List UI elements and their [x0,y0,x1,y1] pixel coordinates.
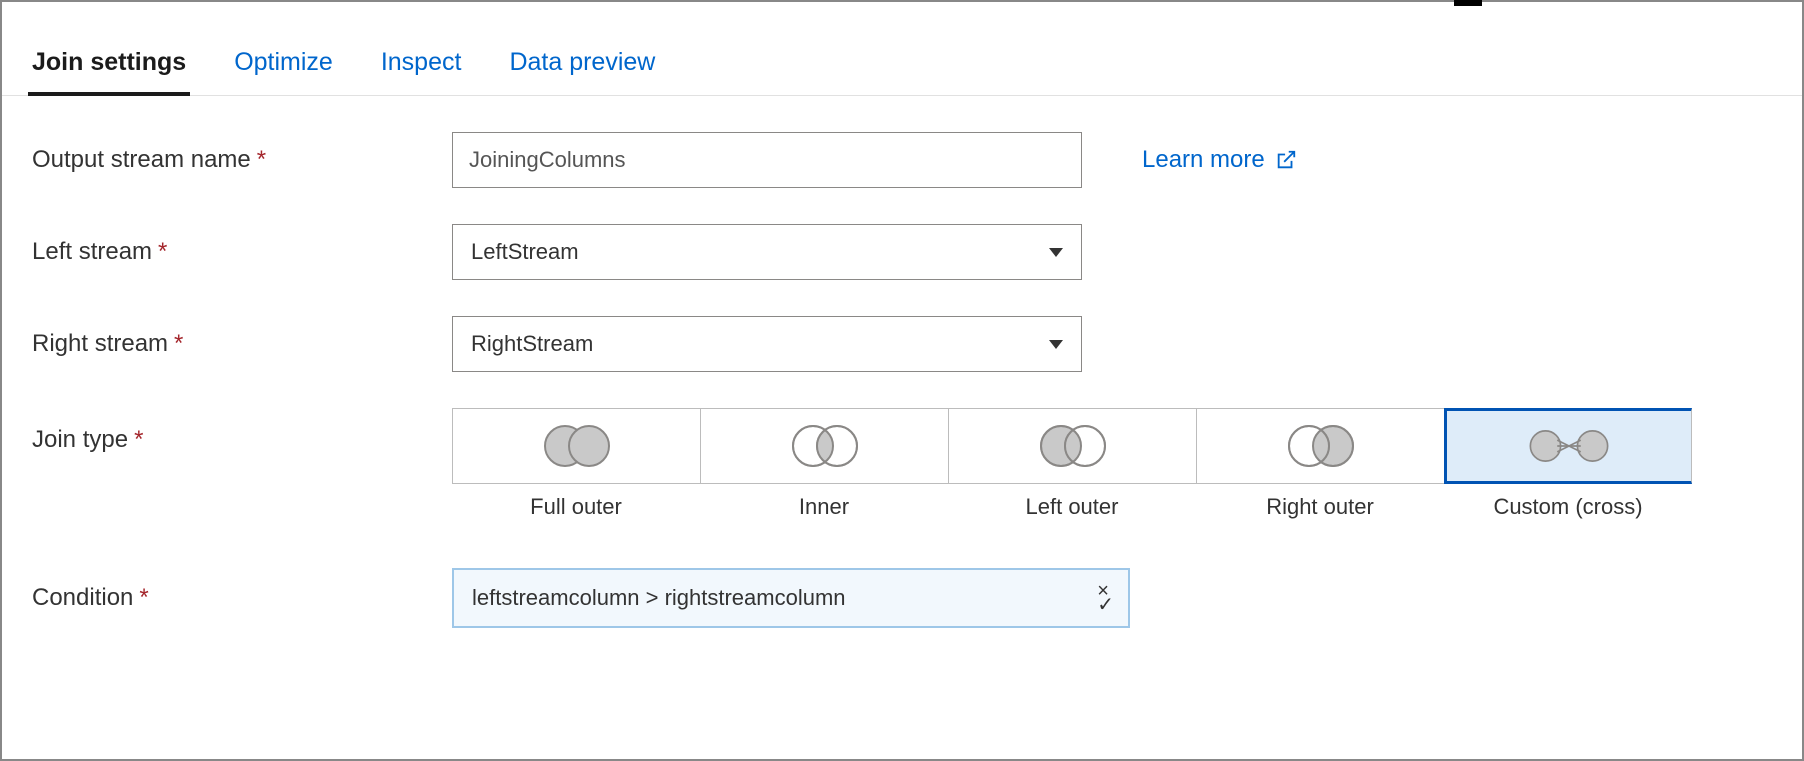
required-marker: * [139,584,148,611]
label-join-type: Join type* [32,408,452,454]
right-outer-icon [1279,423,1363,469]
join-type-inner-label: Inner [799,494,849,520]
learn-more-link[interactable]: Learn more [1142,132,1297,174]
chevron-down-icon [1049,340,1063,349]
tab-join-settings[interactable]: Join settings [32,48,186,95]
join-type-custom-cross: Custom (cross) [1444,408,1692,520]
tab-inspect[interactable]: Inspect [381,48,462,95]
condition-value: leftstreamcolumn > rightstreamcolumn [472,585,846,611]
label-left-stream: Left stream* [32,224,452,266]
join-type-inner: Inner [700,408,948,520]
full-outer-icon [535,423,619,469]
learn-more-text: Learn more [1142,146,1265,174]
join-type-options: Full outer [452,408,1692,520]
label-right-stream: Right stream* [32,316,452,358]
right-stream-select[interactable]: RightStream [452,316,1082,372]
required-marker: * [158,238,167,265]
join-type-full-outer-label: Full outer [530,494,622,520]
join-type-custom-cross-button[interactable] [1444,408,1692,484]
join-type-left-outer-button[interactable] [948,408,1196,484]
chevron-down-icon [1049,248,1063,257]
row-join-type: Join type* Full outer [32,408,1772,520]
label-output-stream-name: Output stream name* [32,132,452,174]
label-condition: Condition* [32,568,452,612]
join-type-custom-cross-label: Custom (cross) [1493,494,1642,520]
settings-panel: Join settings Optimize Inspect Data prev… [0,0,1804,761]
tab-data-preview[interactable]: Data preview [509,48,655,95]
inner-icon [783,423,867,469]
form-area: Output stream name* Learn more Left stre… [2,96,1802,684]
condition-clear-confirm-icon[interactable]: ×✓ [1097,584,1114,612]
join-type-inner-button[interactable] [700,408,948,484]
required-marker: * [134,426,143,453]
row-output-stream-name: Output stream name* Learn more [32,132,1772,188]
row-right-stream: Right stream* RightStream [32,316,1772,372]
join-type-full-outer: Full outer [452,408,700,520]
output-stream-name-input[interactable] [452,132,1082,188]
required-marker: * [174,330,183,357]
row-condition: Condition* leftstreamcolumn > rightstrea… [32,568,1772,628]
right-stream-value: RightStream [471,331,593,357]
join-type-left-outer: Left outer [948,408,1196,520]
left-outer-icon [1031,423,1115,469]
row-left-stream: Left stream* LeftStream [32,224,1772,280]
join-type-right-outer: Right outer [1196,408,1444,520]
tab-optimize[interactable]: Optimize [234,48,333,95]
join-type-right-outer-label: Right outer [1266,494,1374,520]
join-type-right-outer-button[interactable] [1196,408,1444,484]
top-handle [1454,0,1482,6]
left-stream-value: LeftStream [471,239,579,265]
custom-cross-icon [1527,423,1611,469]
condition-input[interactable]: leftstreamcolumn > rightstreamcolumn ×✓ [452,568,1130,628]
join-type-full-outer-button[interactable] [452,408,700,484]
external-link-icon [1275,149,1297,171]
join-type-left-outer-label: Left outer [1026,494,1119,520]
tab-bar: Join settings Optimize Inspect Data prev… [2,2,1802,96]
left-stream-select[interactable]: LeftStream [452,224,1082,280]
required-marker: * [257,146,266,173]
